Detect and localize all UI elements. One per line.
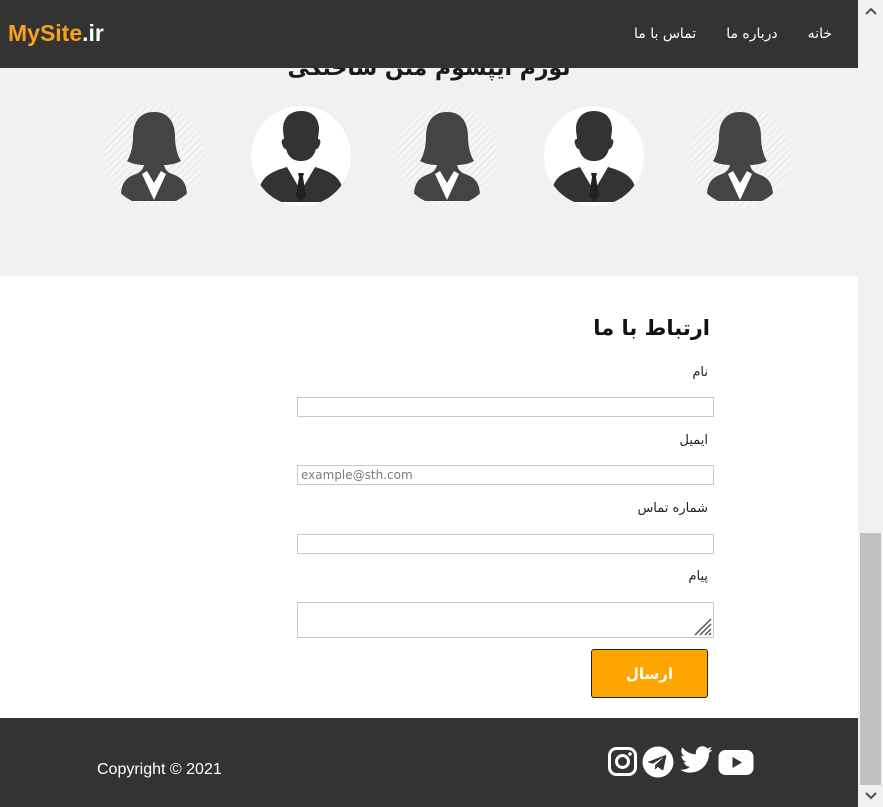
scroll-down-arrow-icon[interactable] — [858, 785, 883, 807]
submit-button[interactable]: ارسال — [591, 649, 708, 698]
email-field[interactable] — [297, 465, 714, 485]
scrollbar-thumb[interactable] — [860, 533, 881, 785]
nav-contact[interactable]: تماس با ما — [634, 26, 696, 42]
instagram-icon[interactable] — [607, 746, 638, 781]
youtube-icon[interactable] — [718, 749, 754, 780]
phone-label: شماره تماس — [637, 501, 708, 516]
twitter-icon[interactable] — [680, 746, 713, 779]
site-header: MySite.ir خانه درباره ما تماس با ما — [0, 0, 858, 68]
name-label: نام — [692, 365, 708, 380]
logo-tld: .ir — [82, 20, 104, 46]
resize-grip-icon[interactable] — [690, 614, 712, 636]
message-textarea[interactable] — [297, 602, 714, 638]
name-field[interactable] — [297, 397, 714, 417]
male-avatar — [544, 106, 644, 206]
phone-field[interactable] — [297, 534, 714, 554]
contact-title: ارتباط با ما — [593, 316, 710, 340]
site-footer: Copyright © 2021 — [0, 718, 858, 807]
female-avatar — [397, 106, 497, 206]
copyright-text: Copyright © 2021 — [97, 761, 222, 778]
scroll-up-arrow-icon[interactable] — [858, 0, 883, 22]
main-nav: خانه درباره ما تماس با ما — [634, 26, 832, 42]
site-logo[interactable]: MySite.ir — [8, 20, 104, 47]
page: لورم ایپسوم متن ساختگی MySite.ir خانه در… — [0, 0, 858, 807]
logo-brand: MySite — [8, 20, 83, 46]
nav-about[interactable]: درباره ما — [726, 26, 777, 42]
contact-section: ارتباط با ما نام ایمیل شماره تماس پیام ا… — [0, 276, 858, 718]
email-label: ایمیل — [679, 433, 708, 448]
message-label: پیام — [688, 569, 708, 584]
male-avatar — [251, 106, 351, 206]
female-avatar — [690, 106, 790, 206]
vertical-scrollbar[interactable] — [858, 0, 883, 807]
team-avatars — [0, 106, 858, 206]
nav-home[interactable]: خانه — [808, 26, 832, 42]
telegram-icon[interactable] — [642, 746, 674, 782]
female-avatar — [104, 106, 204, 206]
